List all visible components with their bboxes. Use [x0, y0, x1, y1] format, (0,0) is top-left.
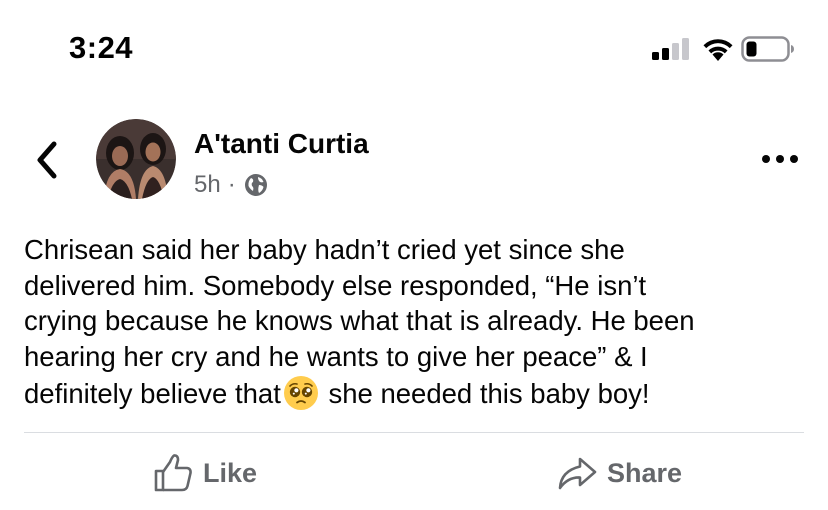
post-author-name[interactable]: A'tanti Curtia	[194, 128, 369, 160]
pleading-face-emoji-icon	[283, 375, 318, 410]
globe-icon	[244, 174, 267, 196]
post-text-line: Chrisean said her baby hadn’t cried yet …	[24, 234, 625, 265]
status-time: 3:24	[69, 30, 134, 65]
share-button[interactable]: Share	[556, 448, 682, 498]
meta-separator: ·	[227, 171, 236, 198]
post-text-line-last: definitely believe that she needed this …	[24, 375, 814, 412]
status-bar: 3:24	[0, 0, 828, 100]
battery-icon	[741, 36, 794, 62]
cellular-signal-icon	[652, 38, 689, 60]
back-chevron-icon[interactable]	[30, 138, 64, 182]
share-label: Share	[607, 457, 683, 488]
post-text-line: hearing her cry and he wants to give her…	[24, 341, 648, 373]
post-text-segment: definitely believe that	[24, 377, 281, 409]
post-text-line: crying because he knows what that is alr…	[24, 305, 695, 337]
share-arrow-icon	[558, 457, 597, 490]
post-text-segment: she needed this baby boy!	[328, 377, 650, 409]
like-button[interactable]: Like	[152, 448, 257, 498]
post-text-line: delivered him. Somebody else responded, …	[24, 269, 647, 301]
post-meta: 5h ·	[194, 170, 268, 200]
like-label: Like	[203, 457, 258, 488]
wifi-icon	[703, 39, 733, 61]
divider	[24, 432, 804, 433]
post-text: Chrisean said her baby hadn’t cried yet …	[24, 232, 814, 412]
avatar[interactable]	[96, 119, 176, 199]
post-timestamp[interactable]: 5h	[194, 171, 221, 199]
thumbs-up-icon	[154, 454, 192, 492]
more-options-icon[interactable]	[760, 150, 800, 168]
